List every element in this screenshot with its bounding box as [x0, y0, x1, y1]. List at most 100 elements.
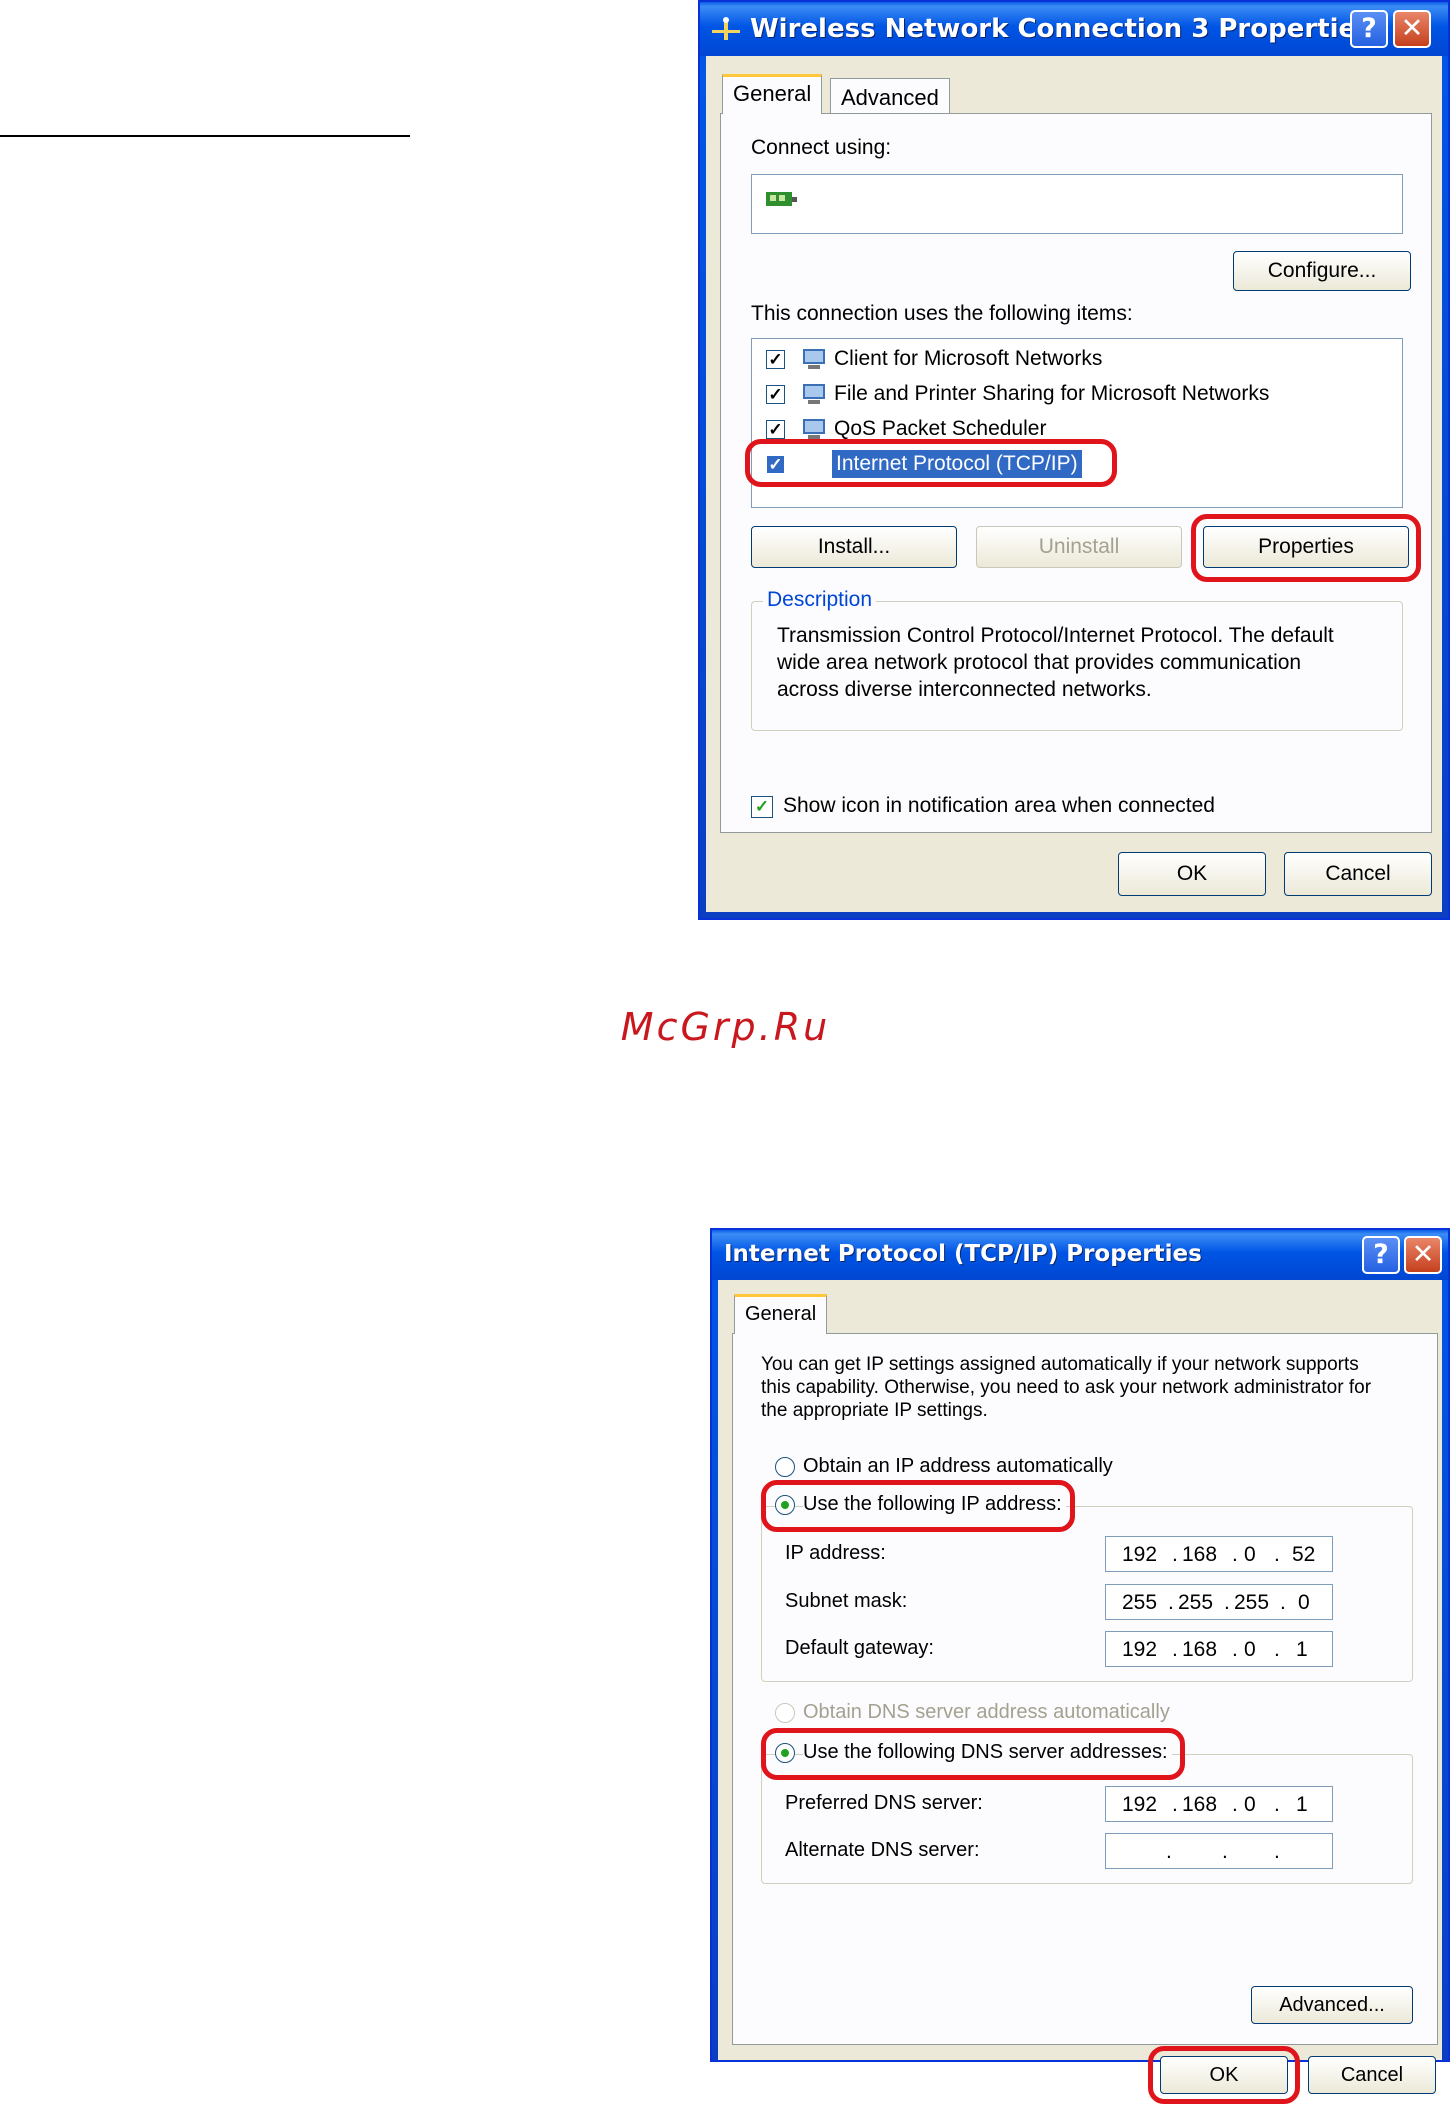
ip-octet: 168 [1182, 1638, 1218, 1661]
ip-dot: . [1166, 1840, 1172, 1863]
cancel-button-label: Cancel [1340, 2064, 1404, 2086]
title-bar[interactable]: Wireless Network Connection 3 Properties… [700, 2, 1448, 56]
ip-dot: . [1172, 1793, 1178, 1816]
ip-octet: 1 [1296, 1793, 1308, 1816]
ip-dot: . [1172, 1638, 1178, 1661]
ip-octet: 52 [1292, 1543, 1316, 1566]
obtain-dns-auto-radio[interactable] [775, 1703, 795, 1723]
subnet-field[interactable]: 255. 255. 255. 0 [1105, 1584, 1333, 1620]
alternate-dns-field[interactable]: ... [1105, 1833, 1333, 1869]
item-checkbox[interactable]: ✓ [766, 385, 785, 404]
highlight-tcpip-item [745, 439, 1117, 487]
list-item[interactable]: ✓ File and Printer Sharing for Microsoft… [766, 380, 1366, 410]
window-title: Wireless Network Connection 3 Properties [750, 14, 1372, 44]
alternate-dns-label: Alternate DNS server: [785, 1839, 980, 1861]
help-button[interactable]: ? [1362, 1236, 1400, 1274]
wireless-properties-dialog: Wireless Network Connection 3 Properties… [698, 0, 1450, 920]
tab-general[interactable]: General [722, 74, 823, 114]
highlight-use-dns [761, 1728, 1185, 1780]
tab-advanced[interactable]: Advanced [830, 78, 950, 114]
window-title: Internet Protocol (TCP/IP) Properties [724, 1241, 1202, 1267]
show-icon-label: Show icon in notification area when conn… [783, 794, 1215, 817]
network-connection-icon [712, 17, 740, 40]
connect-using-label: Connect using: [751, 136, 892, 159]
watermark: McGrp.Ru [620, 1005, 831, 1049]
item-checkbox[interactable]: ✓ [766, 420, 785, 439]
highlight-properties-button [1191, 514, 1421, 582]
description-line: Transmission Control Protocol/Internet P… [777, 624, 1334, 647]
qos-scheduler-icon [803, 419, 825, 439]
ok-button-label: OK [1176, 862, 1208, 885]
ip-dot: . [1280, 1591, 1286, 1614]
item-label: Client for Microsoft Networks [834, 347, 1103, 370]
ip-dot: . [1232, 1543, 1238, 1566]
highlight-ok-button [1148, 2046, 1300, 2104]
cancel-button-label: Cancel [1325, 862, 1391, 885]
uninstall-button-label: Uninstall [1038, 535, 1120, 558]
ip-dot: . [1172, 1543, 1178, 1566]
ip-octet: 192 [1122, 1638, 1158, 1661]
ip-octet: 1 [1296, 1638, 1308, 1661]
close-button[interactable]: ✕ [1393, 10, 1431, 48]
gateway-label: Default gateway: [785, 1637, 934, 1659]
gateway-field[interactable]: 192. 168. 0. 1 [1105, 1631, 1333, 1667]
description-line: across diverse interconnected networks. [777, 678, 1152, 701]
item-checkbox[interactable]: ✓ [766, 350, 785, 369]
list-item[interactable]: ✓ Client for Microsoft Networks [766, 345, 1366, 375]
general-tab-panel: You can get IP settings assigned automat… [732, 1333, 1438, 2045]
tcpip-properties-dialog: Internet Protocol (TCP/IP) Properties ? … [710, 1228, 1450, 2104]
ip-octet: 255 [1234, 1591, 1270, 1614]
ip-dot: . [1232, 1638, 1238, 1661]
ip-dot: . [1274, 1840, 1280, 1863]
intro-line: this capability. Otherwise, you need to … [761, 1377, 1372, 1398]
advanced-button-label: Advanced... [1279, 1994, 1385, 2016]
ip-dot: . [1274, 1543, 1280, 1566]
ip-address-field[interactable]: 192. 168. 0. 52 [1105, 1536, 1333, 1572]
intro-line: You can get IP settings assigned automat… [761, 1354, 1359, 1375]
ip-octet: 0 [1244, 1793, 1256, 1816]
obtain-ip-auto-radio[interactable] [775, 1457, 795, 1477]
subnet-label: Subnet mask: [785, 1590, 908, 1612]
configure-button[interactable]: Configure... [1233, 251, 1411, 291]
ip-dot: . [1168, 1591, 1174, 1614]
title-bar[interactable]: Internet Protocol (TCP/IP) Properties ? … [712, 1230, 1448, 1280]
close-button[interactable]: ✕ [1404, 1236, 1442, 1274]
ip-dot: . [1224, 1591, 1230, 1614]
network-client-icon [803, 349, 825, 369]
install-button-label: Install... [817, 535, 891, 558]
ip-octet: 168 [1182, 1543, 1218, 1566]
ip-octet: 192 [1122, 1543, 1158, 1566]
ip-address-label: IP address: [785, 1542, 886, 1564]
ok-button[interactable]: OK [1118, 852, 1266, 896]
adapter-field[interactable] [751, 174, 1403, 234]
preferred-dns-label: Preferred DNS server: [785, 1792, 983, 1814]
advanced-button[interactable]: Advanced... [1251, 1986, 1413, 2024]
general-tab-panel: Connect using: Configure... This connect… [720, 113, 1432, 833]
install-button[interactable]: Install... [751, 526, 957, 568]
ip-dot: . [1222, 1840, 1228, 1863]
uninstall-button[interactable]: Uninstall [976, 526, 1182, 568]
dialog-client-area: General Advanced Connect using: Configur… [706, 56, 1442, 912]
tab-general[interactable]: General [734, 1294, 828, 1334]
preferred-dns-field[interactable]: 192. 168. 0. 1 [1105, 1786, 1333, 1822]
network-adapter-icon [766, 192, 797, 206]
items-label: This connection uses the following items… [751, 302, 1133, 325]
ip-dot: . [1274, 1793, 1280, 1816]
ip-octet: 255 [1122, 1591, 1158, 1614]
help-button[interactable]: ? [1350, 10, 1388, 48]
cancel-button[interactable]: Cancel [1284, 852, 1432, 896]
ip-dot: . [1232, 1793, 1238, 1816]
decorative-rule [0, 135, 410, 137]
file-printer-sharing-icon [803, 384, 825, 404]
configure-button-label: Configure... [1267, 259, 1377, 282]
ip-octet: 0 [1298, 1591, 1310, 1614]
dialog-client-area: General You can get IP settings assigned… [718, 1280, 1442, 2104]
show-icon-checkbox[interactable]: ✓ [751, 796, 773, 818]
ip-octet: 0 [1244, 1638, 1256, 1661]
ip-octet: 255 [1178, 1591, 1214, 1614]
highlight-use-ip [761, 1480, 1075, 1532]
obtain-ip-auto-label: Obtain an IP address automatically [803, 1455, 1113, 1477]
description-title: Description [763, 588, 877, 612]
obtain-dns-auto-label: Obtain DNS server address automatically [803, 1701, 1170, 1723]
item-label: QoS Packet Scheduler [834, 417, 1047, 440]
